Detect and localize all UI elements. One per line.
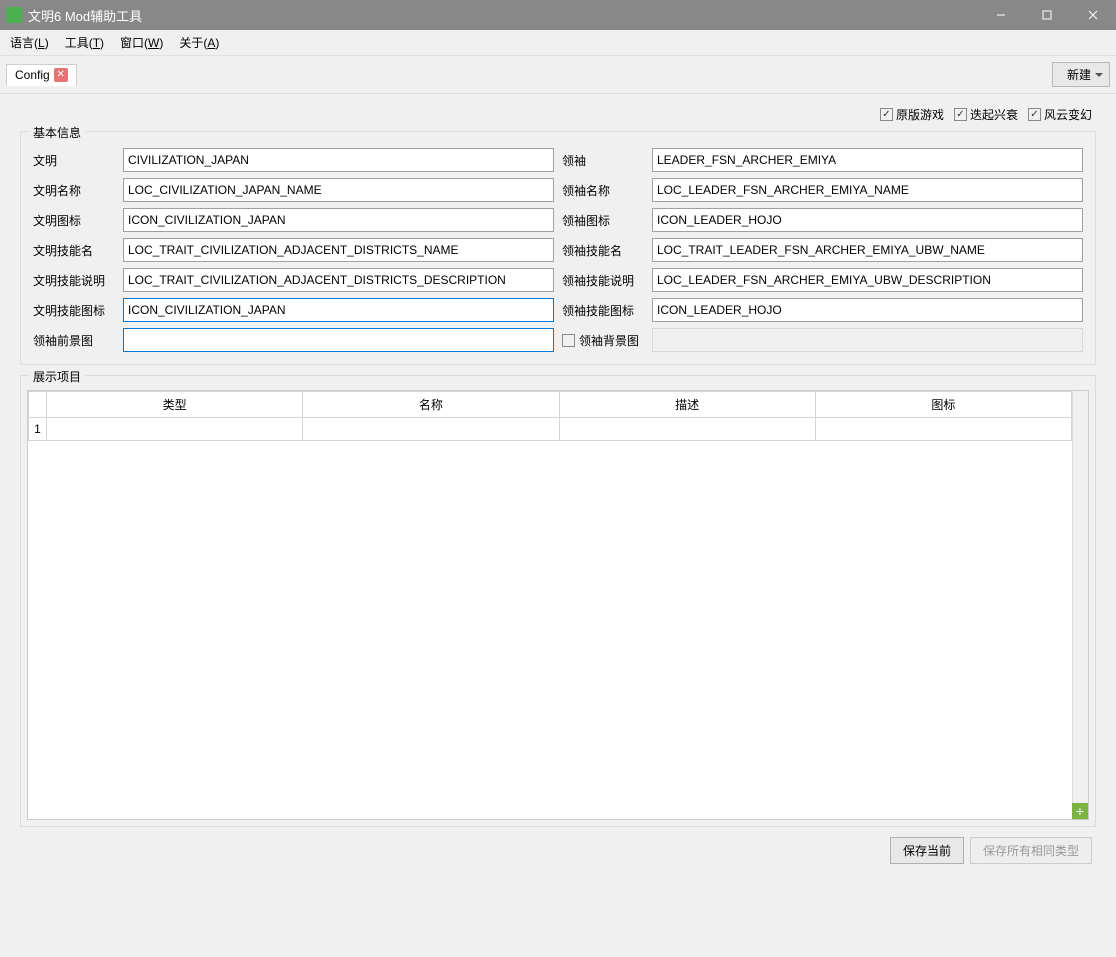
input-leader-trait-icon[interactable] (652, 298, 1083, 322)
display-items-legend: 展示项目 (29, 368, 85, 385)
tab-close-icon[interactable]: ✕ (54, 68, 68, 82)
input-leader-trait-name[interactable] (652, 238, 1083, 262)
save-all-same-type-button: 保存所有相同类型 (970, 837, 1092, 864)
menubar: 语言(L) 工具(T) 窗口(W) 关于(A) (0, 30, 1116, 56)
label-civ-icon: 文明图标 (33, 212, 115, 229)
col-desc[interactable]: 描述 (559, 392, 815, 418)
col-icon[interactable]: 图标 (815, 392, 1071, 418)
label-civ-name: 文明名称 (33, 182, 115, 199)
checkbox-leader-background[interactable]: 领袖背景图 (562, 332, 644, 349)
label-leader-foreground: 领袖前景图 (33, 332, 115, 349)
table-scrollbar[interactable] (1072, 391, 1088, 819)
label-leader-trait-desc: 领袖技能说明 (562, 272, 644, 289)
input-civ-name[interactable] (123, 178, 554, 202)
label-civ-trait-desc: 文明技能说明 (33, 272, 115, 289)
input-civ-trait-name[interactable] (123, 238, 554, 262)
titlebar: 文明6 Mod辅助工具 (0, 0, 1116, 30)
label-leader-name: 领袖名称 (562, 182, 644, 199)
col-name[interactable]: 名称 (303, 392, 559, 418)
input-leader-background[interactable] (652, 328, 1083, 352)
col-type[interactable]: 类型 (47, 392, 303, 418)
input-leader-name[interactable] (652, 178, 1083, 202)
checkbox-rise-fall[interactable]: 迭起兴衰 (954, 106, 1018, 123)
cell-desc[interactable] (559, 418, 815, 441)
checkbox-gathering-storm[interactable]: 风云变幻 (1028, 106, 1092, 123)
checkbox-vanilla[interactable]: 原版游戏 (880, 106, 944, 123)
input-leader-icon[interactable] (652, 208, 1083, 232)
new-dropdown[interactable]: 新建 (1052, 62, 1110, 87)
menu-language[interactable]: 语言(L) (10, 34, 49, 51)
tab-label: Config (15, 68, 50, 82)
col-rownum (29, 392, 47, 418)
maximize-button[interactable] (1024, 0, 1070, 30)
menu-tool[interactable]: 工具(T) (65, 34, 104, 51)
label-civ-trait-name: 文明技能名 (33, 242, 115, 259)
tab-bar: Config ✕ 新建 (0, 56, 1116, 94)
app-icon (6, 7, 22, 23)
input-leader-trait-desc[interactable] (652, 268, 1083, 292)
display-table: 类型 名称 描述 图标 1 (28, 391, 1072, 441)
minimize-button[interactable] (978, 0, 1024, 30)
close-button[interactable] (1070, 0, 1116, 30)
label-leader: 领袖 (562, 152, 644, 169)
cell-icon[interactable] (815, 418, 1071, 441)
window-title: 文明6 Mod辅助工具 (28, 6, 978, 25)
basic-info-legend: 基本信息 (29, 124, 85, 141)
input-civ-trait-desc[interactable] (123, 268, 554, 292)
cell-name[interactable] (303, 418, 559, 441)
save-current-button[interactable]: 保存当前 (890, 837, 964, 864)
input-civ-icon[interactable] (123, 208, 554, 232)
input-leader[interactable] (652, 148, 1083, 172)
label-civ-trait-icon: 文明技能图标 (33, 302, 115, 319)
input-leader-foreground[interactable] (123, 328, 554, 352)
table-row[interactable]: 1 (29, 418, 1072, 441)
row-number: 1 (29, 418, 47, 441)
add-row-button[interactable]: + (1072, 803, 1088, 819)
label-leader-trait-name: 领袖技能名 (562, 242, 644, 259)
menu-window[interactable]: 窗口(W) (120, 34, 163, 51)
input-civ-trait-icon[interactable] (123, 298, 554, 322)
display-items-group: 展示项目 类型 名称 描述 图标 1 (20, 375, 1096, 827)
tab-config[interactable]: Config ✕ (6, 64, 77, 86)
basic-info-group: 基本信息 文明 领袖 文明名称 领袖名称 文明图标 领袖图标 文明技能名 领袖技… (20, 131, 1096, 365)
cell-type[interactable] (47, 418, 303, 441)
label-civ: 文明 (33, 152, 115, 169)
input-civ[interactable] (123, 148, 554, 172)
label-leader-icon: 领袖图标 (562, 212, 644, 229)
label-leader-trait-icon: 领袖技能图标 (562, 302, 644, 319)
menu-about[interactable]: 关于(A) (179, 34, 219, 51)
